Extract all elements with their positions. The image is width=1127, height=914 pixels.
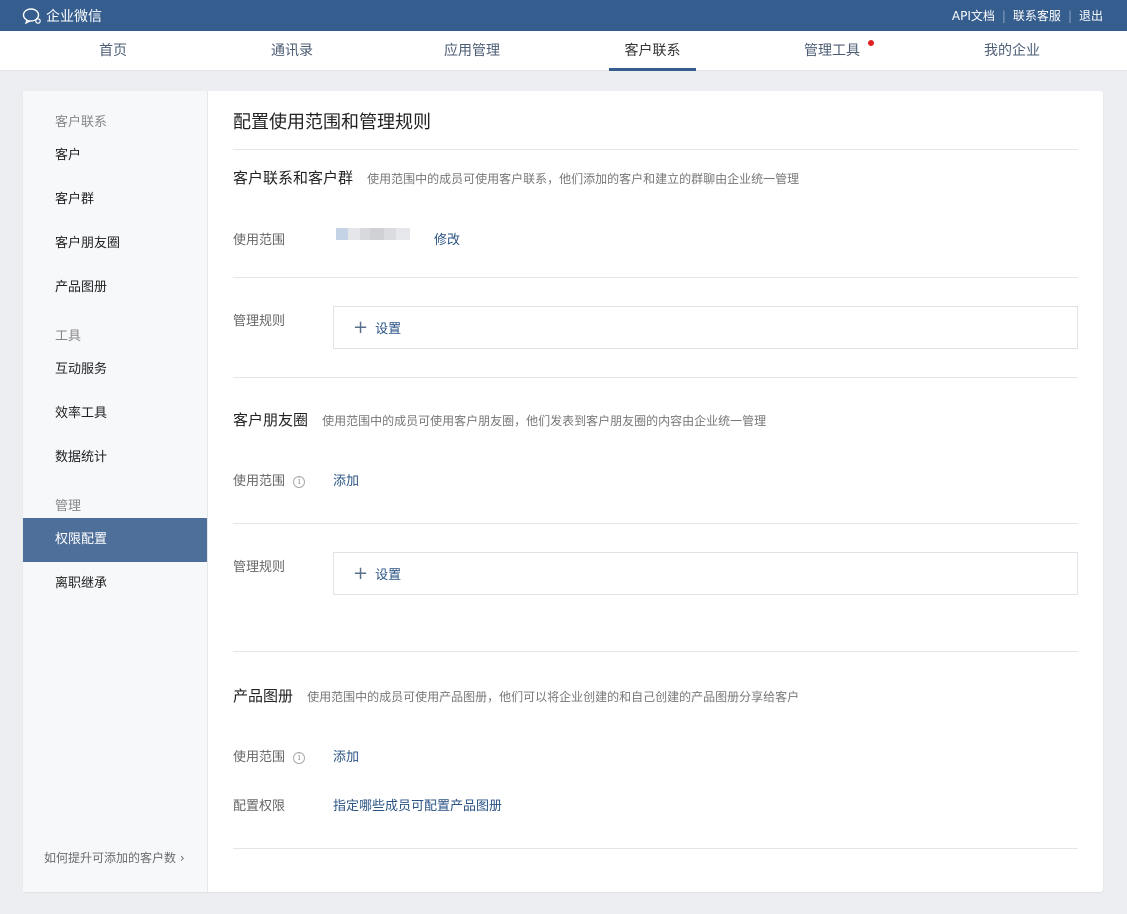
separator: | <box>1067 8 1072 23</box>
set-rule-button[interactable]: + 设置 <box>333 306 1078 349</box>
section-moments: 客户朋友圈 使用范围中的成员可使用客户朋友圈，他们发表到客户朋友圈的内容由企业统… <box>233 409 766 430</box>
nav-tools-label: 管理工具 <box>804 43 860 59</box>
set-rule-button[interactable]: + 设置 <box>333 552 1078 595</box>
content-card: 客户联系 客户 客户群 客户朋友圈 产品图册 工具 互动服务 效率工具 数据统计… <box>23 91 1103 892</box>
brand-name: 企业微信 <box>46 8 102 25</box>
nav-contacts[interactable]: 通讯录 <box>257 31 327 71</box>
divider <box>233 149 1078 150</box>
sidebar-item-interact[interactable]: 互动服务 <box>23 348 207 392</box>
modify-scope-link[interactable]: 修改 <box>434 229 460 248</box>
brand-logo[interactable]: 企业微信 <box>22 6 102 26</box>
config-permission-label: 配置权限 <box>233 799 286 814</box>
wecom-logo-icon <box>22 7 41 24</box>
add-scope-link[interactable]: 添加 <box>333 470 359 489</box>
scope-label-row: 使用范围 i <box>233 470 306 489</box>
notification-dot <box>868 40 874 46</box>
divider <box>233 523 1078 524</box>
nav-apps[interactable]: 应用管理 <box>437 31 507 71</box>
separator: | <box>1001 8 1006 23</box>
sidebar-item-stats[interactable]: 数据统计 <box>23 436 207 480</box>
sidebar-item-catalog[interactable]: 产品图册 <box>23 266 207 310</box>
section-desc: 使用范围中的成员可使用客户朋友圈，他们发表到客户朋友圈的内容由企业统一管理 <box>322 414 767 428</box>
top-links: API文档 | 联系客服 | 退出 <box>952 0 1103 31</box>
divider <box>233 277 1078 278</box>
chevron-right-icon: › <box>179 851 185 865</box>
set-rule-label: 设置 <box>375 322 402 337</box>
section-desc: 使用范围中的成员可使用客户联系，他们添加的客户和建立的群聊由企业统一管理 <box>367 172 800 186</box>
rule-label: 管理规则 <box>233 560 286 575</box>
divider <box>233 848 1078 849</box>
main-nav: 首页 通讯录 应用管理 客户联系 管理工具 我的企业 <box>0 31 1127 71</box>
divider <box>233 651 1078 652</box>
sidebar-item-transfer[interactable]: 离职继承 <box>23 562 207 606</box>
scope-members-redacted <box>336 228 410 240</box>
nav-company[interactable]: 我的企业 <box>977 31 1047 71</box>
plus-icon: + <box>353 316 369 338</box>
section-title: 客户联系和客户群 <box>233 169 354 187</box>
support-link[interactable]: 联系客服 <box>1013 7 1061 24</box>
set-rule-label: 设置 <box>375 568 402 583</box>
section-catalog: 产品图册 使用范围中的成员可使用产品图册，他们可以将企业创建的和自己创建的产品图… <box>233 685 799 706</box>
top-bar: 企业微信 API文档 | 联系客服 | 退出 <box>0 0 1127 31</box>
page-title: 配置使用范围和管理规则 <box>233 112 431 133</box>
increase-customers-link[interactable]: 如何提升可添加的客户数 › <box>44 849 185 866</box>
info-icon[interactable]: i <box>293 476 306 488</box>
section-title: 产品图册 <box>233 687 294 705</box>
section-title: 客户朋友圈 <box>233 411 309 429</box>
rule-label: 管理规则 <box>233 314 286 329</box>
scope-label: 使用范围 <box>233 474 286 489</box>
sidebar-group-manage: 管理 <box>55 499 82 514</box>
sidebar-group-customer: 客户联系 <box>55 115 108 130</box>
nav-home[interactable]: 首页 <box>78 31 148 71</box>
sidebar: 客户联系 客户 客户群 客户朋友圈 产品图册 工具 互动服务 效率工具 数据统计… <box>23 91 208 892</box>
plus-icon: + <box>353 562 369 584</box>
increase-customers-label: 如何提升可添加的客户数 <box>44 851 177 865</box>
divider <box>233 377 1078 378</box>
nav-tools[interactable]: 管理工具 <box>797 31 874 71</box>
sidebar-group-tools: 工具 <box>55 329 82 344</box>
section-desc: 使用范围中的成员可使用产品图册，他们可以将企业创建的和自己创建的产品图册分享给客… <box>307 690 800 704</box>
config-permission-link[interactable]: 指定哪些成员可配置产品图册 <box>333 795 502 814</box>
info-icon[interactable]: i <box>293 752 306 764</box>
scope-label-row: 使用范围 i <box>233 746 306 765</box>
api-docs-link[interactable]: API文档 <box>952 7 995 24</box>
sidebar-item-moments[interactable]: 客户朋友圈 <box>23 222 207 266</box>
logout-link[interactable]: 退出 <box>1079 7 1103 24</box>
sidebar-item-efficiency[interactable]: 效率工具 <box>23 392 207 436</box>
sidebar-item-group[interactable]: 客户群 <box>23 178 207 222</box>
sidebar-item-permission[interactable]: 权限配置 <box>23 518 207 562</box>
scope-label: 使用范围 <box>233 233 286 248</box>
section-customer-contact: 客户联系和客户群 使用范围中的成员可使用客户联系，他们添加的客户和建立的群聊由企… <box>233 167 799 188</box>
scope-label: 使用范围 <box>233 750 286 765</box>
main-panel: 配置使用范围和管理规则 客户联系和客户群 使用范围中的成员可使用客户联系，他们添… <box>208 91 1103 892</box>
add-scope-link[interactable]: 添加 <box>333 746 359 765</box>
nav-customer[interactable]: 客户联系 <box>609 31 696 71</box>
sidebar-item-customer[interactable]: 客户 <box>23 134 207 178</box>
